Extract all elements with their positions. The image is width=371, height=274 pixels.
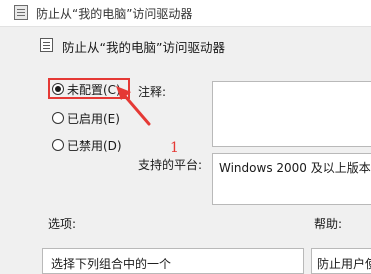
radio-disabled[interactable]: 已禁用(D)	[52, 137, 122, 153]
options-panel: 选择下列组合中的一个	[42, 248, 304, 274]
platform-label: 支持的平台:	[138, 158, 203, 172]
radio-label-enabled: 已启用(E)	[67, 111, 120, 126]
help-panel: 防止用户使	[311, 248, 371, 274]
policy-header-icon	[40, 38, 53, 52]
annotation-highlight-box	[48, 78, 130, 99]
comment-textarea[interactable]	[212, 81, 371, 147]
platform-field: Windows 2000 及以上版本	[212, 153, 371, 205]
radio-button[interactable]	[52, 139, 64, 151]
radio-label-disabled: 已禁用(D)	[67, 138, 122, 153]
options-text: 选择下列组合中的一个	[51, 257, 172, 271]
radio-button[interactable]	[52, 112, 64, 124]
help-label: 帮助:	[314, 217, 343, 231]
radio-enabled[interactable]: 已启用(E)	[52, 110, 120, 126]
options-label: 选项:	[48, 217, 77, 231]
policy-title: 防止从“我的电脑”访问驱动器	[62, 40, 225, 55]
platform-value: Windows 2000 及以上版本	[219, 161, 371, 175]
title-bar: 防止从“我的电脑”访问驱动器	[0, 0, 371, 27]
annotation-number: 1	[170, 140, 179, 156]
comment-label: 注释:	[138, 85, 167, 99]
window-title: 防止从“我的电脑”访问驱动器	[36, 7, 193, 21]
help-text: 防止用户使	[317, 257, 371, 271]
policy-document-icon	[14, 5, 28, 20]
